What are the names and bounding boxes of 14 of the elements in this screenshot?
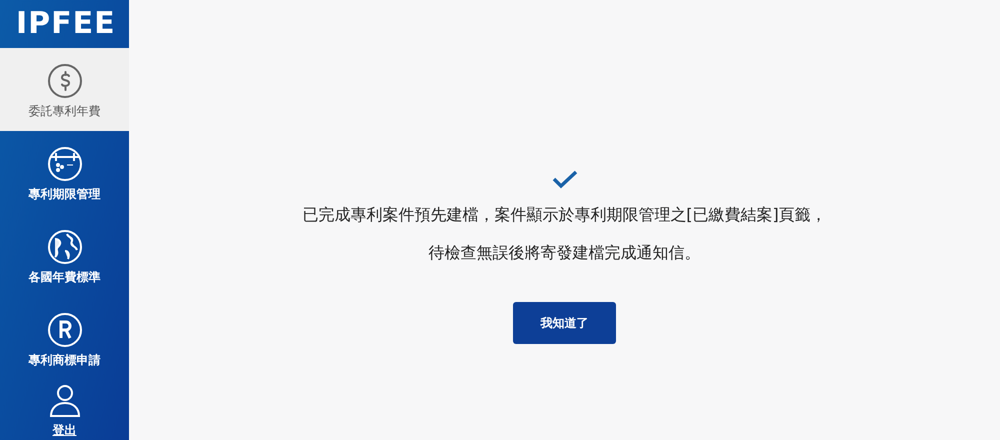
nav-item[interactable]: 委託專利年費 [0,48,129,131]
acknowledge-button[interactable]: 我知道了 [513,302,616,344]
message-text: 已完成專利案件預先建檔，案件顯示於專利期限管理之[已繳費結案]頁籤， [302,204,827,226]
message-text: 待檢查無誤後將寄發建檔完成通知信。 [428,242,700,264]
dollar-icon [46,62,82,98]
nav-item[interactable]: 登出 [0,380,129,438]
calendar-icon [46,146,82,182]
nav-item[interactable]: 專利商標申請 [0,297,129,380]
globe-icon [46,228,82,264]
nav-item[interactable]: 專利期限管理 [0,131,129,214]
registered-icon [46,312,82,348]
logo: IPFEE [16,9,116,39]
nav-item[interactable]: 各國年費標準 [0,214,129,297]
checkmark-icon [552,170,578,190]
